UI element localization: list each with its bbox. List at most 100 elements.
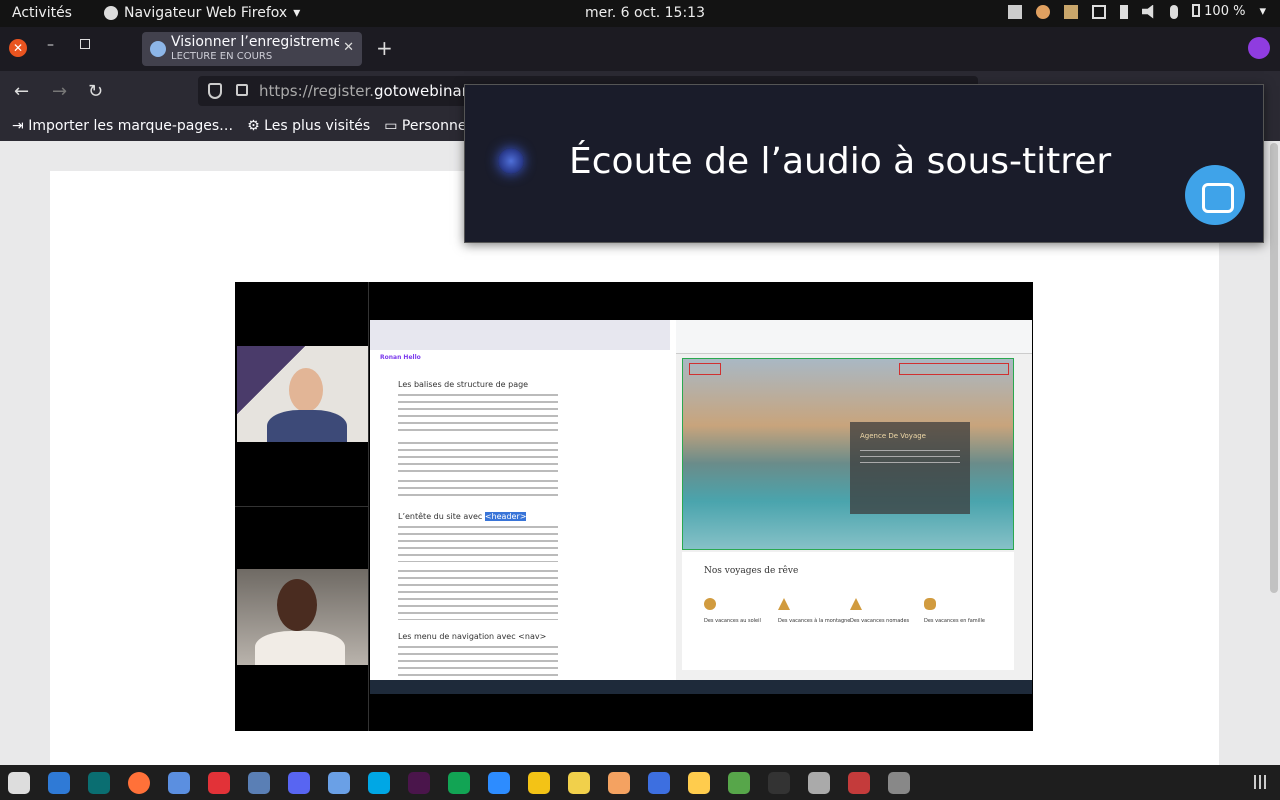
network-icon bbox=[1092, 4, 1107, 19]
nav-box bbox=[899, 363, 1009, 375]
tab-strip: ✕ – Visionner l’enregistremen LECTURE EN… bbox=[0, 27, 1280, 71]
microphone-icon bbox=[1170, 4, 1179, 19]
private-mask-icon[interactable] bbox=[1248, 37, 1270, 59]
activities-button[interactable]: Activités bbox=[12, 5, 72, 21]
logo-box bbox=[689, 363, 721, 375]
gotowebinar-favicon-icon bbox=[150, 41, 166, 57]
recorder-icon[interactable] bbox=[848, 771, 870, 794]
shared-browser-chrome bbox=[370, 320, 670, 350]
clock[interactable]: mer. 6 oct. 15:13 bbox=[585, 5, 705, 21]
hero-card: Agence De Voyage bbox=[850, 422, 970, 514]
skype-icon[interactable] bbox=[368, 771, 390, 794]
slack-icon[interactable] bbox=[408, 771, 430, 794]
gitkraken-icon[interactable] bbox=[88, 771, 110, 794]
window-minimize-button[interactable]: – bbox=[47, 37, 54, 53]
terminal-icon[interactable] bbox=[768, 771, 790, 794]
vscode-icon[interactable] bbox=[48, 771, 70, 794]
hero-card-text bbox=[860, 450, 960, 468]
slack-alt-icon[interactable] bbox=[328, 771, 350, 794]
new-tab-button[interactable]: + bbox=[376, 36, 393, 60]
doc-heading-2: L’entête du site avec <header> bbox=[398, 512, 527, 521]
shared-browser-document: Ronan Hello Les balises de structure de … bbox=[370, 320, 670, 680]
lock-icon[interactable] bbox=[236, 84, 248, 96]
mountain-icon bbox=[778, 598, 790, 610]
doc-paragraph bbox=[398, 570, 558, 620]
site-brand: Ronan Hello bbox=[380, 354, 421, 361]
bluetooth-icon bbox=[1120, 4, 1129, 19]
camera-divider bbox=[235, 506, 368, 507]
zoom-icon[interactable] bbox=[488, 771, 510, 794]
dev-icon[interactable] bbox=[728, 771, 750, 794]
app-grid-icon[interactable] bbox=[1254, 775, 1268, 789]
window-maximize-button[interactable] bbox=[80, 39, 90, 49]
page-scrollbar[interactable] bbox=[1270, 143, 1278, 593]
listening-indicator-icon bbox=[498, 148, 524, 174]
family-icon bbox=[924, 598, 936, 610]
screenshot-icon[interactable] bbox=[648, 771, 670, 794]
participant-video-1 bbox=[237, 346, 368, 442]
volume-icon bbox=[1142, 4, 1154, 19]
firefox-icon bbox=[104, 6, 118, 20]
notification-icon bbox=[1036, 4, 1051, 19]
chromium-icon[interactable] bbox=[168, 771, 190, 794]
import-icon: ⇥ bbox=[12, 118, 29, 134]
doc-heading-1: Les balises de structure de page bbox=[398, 380, 529, 389]
dropbox-icon bbox=[1008, 4, 1023, 19]
caption-status-text: Écoute de l’audio à sous-titrer bbox=[569, 141, 1112, 182]
bookmark-import[interactable]: ⇥ Importer les marque-pages… bbox=[12, 118, 233, 134]
tracking-shield-icon[interactable] bbox=[208, 83, 222, 99]
system-tray[interactable]: 100 % ▾ bbox=[1008, 4, 1266, 19]
system-top-bar: Activités Navigateur Web Firefox ▾ mer. … bbox=[0, 0, 1280, 27]
opera-icon[interactable] bbox=[208, 771, 230, 794]
gear-icon: ⚙ bbox=[247, 118, 265, 134]
tab-title: Visionner l’enregistremen bbox=[171, 34, 339, 50]
files-icon[interactable] bbox=[8, 771, 30, 794]
live-caption-overlay: Écoute de l’audio à sous-titrer bbox=[464, 84, 1264, 243]
sun-icon bbox=[704, 598, 716, 610]
url-text: https://register.gotowebinar. bbox=[259, 82, 472, 100]
shared-taskbar bbox=[370, 680, 1032, 694]
forward-arrow-icon[interactable]: → bbox=[52, 81, 67, 102]
back-arrow-icon[interactable]: ← bbox=[14, 81, 29, 102]
discord-icon[interactable] bbox=[288, 771, 310, 794]
chevron-down-icon: ▾ bbox=[1259, 4, 1266, 19]
webinar-video-player[interactable]: Ronan Hello Les balises de structure de … bbox=[235, 282, 1033, 731]
tab-active[interactable]: Visionner l’enregistremen LECTURE EN COU… bbox=[142, 32, 362, 66]
disk-icon[interactable] bbox=[888, 771, 910, 794]
paint-ribbon bbox=[676, 320, 1032, 354]
shared-screen: Ronan Hello Les balises de structure de … bbox=[370, 320, 1032, 694]
browser-icon[interactable] bbox=[248, 771, 270, 794]
doc-paragraph bbox=[398, 394, 558, 434]
doc-paragraph bbox=[398, 442, 558, 474]
tab-subtitle: LECTURE EN COURS bbox=[171, 51, 273, 62]
bookmark-most-visited[interactable]: ⚙ Les plus visités bbox=[247, 118, 370, 134]
bookmark-folder-personnel[interactable]: ▭ Personnel bbox=[384, 118, 470, 134]
notes-icon[interactable] bbox=[568, 771, 590, 794]
reload-icon[interactable]: ↻ bbox=[88, 81, 103, 102]
category-label: Des vacances nomades bbox=[850, 618, 910, 624]
doc-heading-3: Les menu de navigation avec <nav> bbox=[398, 632, 547, 641]
shared-paint-app: Agence De Voyage Nos voyages de rêve Des… bbox=[676, 320, 1032, 680]
dock bbox=[0, 765, 1280, 800]
window-close-button[interactable]: ✕ bbox=[9, 39, 27, 57]
chat-bubble-button[interactable] bbox=[1185, 165, 1245, 225]
tent-icon bbox=[850, 598, 862, 610]
ide-icon[interactable] bbox=[608, 771, 630, 794]
battery-indicator: 100 % bbox=[1192, 4, 1245, 19]
travel-section: Nos voyages de rêve Des vacances au sole… bbox=[682, 552, 1014, 670]
video-divider bbox=[368, 282, 369, 731]
doc-paragraph bbox=[398, 646, 558, 676]
emoji-icon[interactable] bbox=[688, 771, 710, 794]
app-menu[interactable]: Navigateur Web Firefox ▾ bbox=[104, 5, 300, 21]
category-label: Des vacances en famille bbox=[924, 618, 985, 624]
battery-icon bbox=[1192, 4, 1201, 17]
git-icon[interactable] bbox=[448, 771, 470, 794]
chrome-icon[interactable] bbox=[528, 771, 550, 794]
category-label: Des vacances à la montagne bbox=[778, 618, 851, 624]
obs-icon[interactable] bbox=[808, 771, 830, 794]
firefox-icon[interactable] bbox=[128, 771, 150, 794]
category-label: Des vacances au soleil bbox=[704, 618, 761, 624]
section-title: Nos voyages de rêve bbox=[704, 566, 799, 576]
tab-close-icon[interactable]: ✕ bbox=[343, 40, 354, 55]
doc-paragraph bbox=[398, 480, 558, 500]
